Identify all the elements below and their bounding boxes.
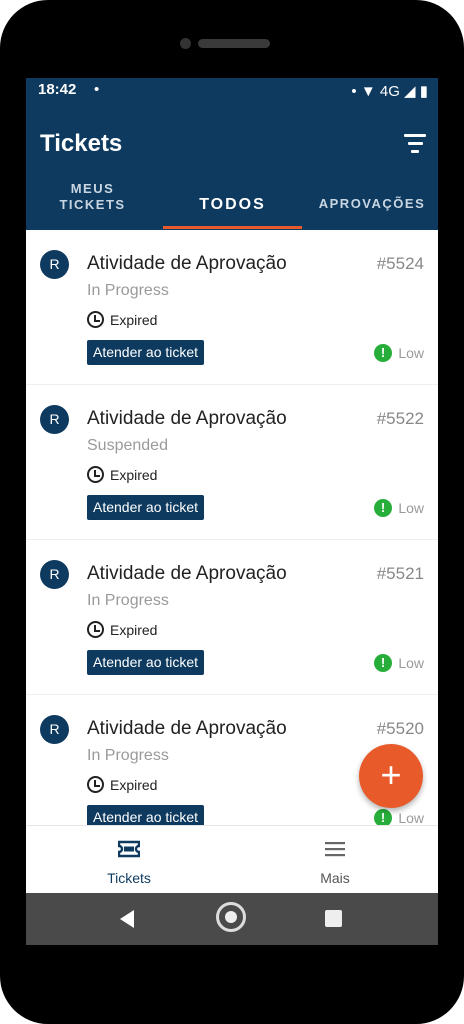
ticket-icon xyxy=(118,840,140,858)
camera-icon xyxy=(180,38,191,49)
tab-aprovacoes[interactable]: APROVAÇÕES xyxy=(316,196,428,211)
page-title: Tickets xyxy=(40,130,123,157)
nav-label-tickets: Tickets xyxy=(107,870,151,886)
clock-icon xyxy=(87,621,104,638)
expiry-text: Expired xyxy=(110,312,158,328)
expiry-text: Expired xyxy=(110,777,158,793)
screen: 18:42 • • ▼ 4G ◢ ▮ Tickets MEUS TICKETS … xyxy=(26,78,438,945)
priority-label: Low xyxy=(398,655,424,671)
ticket-card[interactable]: R Atividade de Aprovação #5521 In Progre… xyxy=(26,540,438,695)
status-icons: • ▼ 4G ◢ ▮ xyxy=(351,83,428,100)
status-time: 18:42 xyxy=(38,81,77,98)
priority-icon: ! xyxy=(374,499,392,517)
attend-ticket-button[interactable]: Atender ao ticket xyxy=(87,650,205,675)
priority-icon: ! xyxy=(374,654,392,672)
back-icon[interactable] xyxy=(120,910,134,928)
priority-label: Low xyxy=(398,345,424,361)
nav-item-tickets[interactable]: Tickets xyxy=(26,826,232,894)
avatar: R xyxy=(40,405,69,434)
tab-meus-tickets[interactable]: MEUS TICKETS xyxy=(40,181,145,213)
notification-dot: • xyxy=(94,81,100,98)
nav-label-mais: Mais xyxy=(320,870,350,886)
priority-icon: ! xyxy=(374,344,392,362)
ticket-card[interactable]: R Atividade de Aprovação #5524 In Progre… xyxy=(26,230,438,385)
ticket-title: Atividade de Aprovação xyxy=(87,563,287,584)
system-nav-bar xyxy=(26,893,438,945)
menu-icon xyxy=(325,842,345,857)
home-icon[interactable] xyxy=(216,902,246,932)
speaker-grille xyxy=(198,39,270,48)
ticket-status: In Progress xyxy=(87,282,169,299)
priority-label: Low xyxy=(398,500,424,516)
add-ticket-button[interactable]: + xyxy=(359,744,423,808)
attend-ticket-button[interactable]: Atender ao ticket xyxy=(87,340,205,365)
recent-apps-icon[interactable] xyxy=(325,910,342,927)
ticket-card[interactable]: R Atividade de Aprovação #5522 Suspended… xyxy=(26,385,438,540)
clock-icon xyxy=(87,466,104,483)
filter-icon[interactable] xyxy=(404,134,426,154)
active-tab-indicator xyxy=(163,226,302,229)
bottom-nav: Tickets Mais xyxy=(26,825,438,894)
avatar: R xyxy=(40,250,69,279)
ticket-list[interactable]: R Atividade de Aprovação #5524 In Progre… xyxy=(26,230,438,825)
status-bar: 18:42 • • ▼ 4G ◢ ▮ xyxy=(26,78,438,102)
phone-frame: 18:42 • • ▼ 4G ◢ ▮ Tickets MEUS TICKETS … xyxy=(0,0,464,1024)
ticket-title: Atividade de Aprovação xyxy=(87,718,287,739)
attend-ticket-button[interactable]: Atender ao ticket xyxy=(87,805,205,825)
tab-todos[interactable]: TODOS xyxy=(163,196,302,214)
ticket-number: #5522 xyxy=(376,409,424,428)
ticket-number: #5524 xyxy=(376,254,424,273)
ticket-status: Suspended xyxy=(87,437,168,454)
ticket-status: In Progress xyxy=(87,592,169,609)
avatar: R xyxy=(40,560,69,589)
clock-icon xyxy=(87,776,104,793)
ticket-status: In Progress xyxy=(87,747,169,764)
expiry-text: Expired xyxy=(110,467,158,483)
ticket-title: Atividade de Aprovação xyxy=(87,408,287,429)
priority-label: Low xyxy=(398,810,424,825)
attend-ticket-button[interactable]: Atender ao ticket xyxy=(87,495,205,520)
nav-item-mais[interactable]: Mais xyxy=(232,826,438,894)
clock-icon xyxy=(87,311,104,328)
priority-icon: ! xyxy=(374,809,392,825)
ticket-number: #5521 xyxy=(376,564,424,583)
app-bar: Tickets MEUS TICKETS TODOS APROVAÇÕES xyxy=(26,102,438,230)
ticket-number: #5520 xyxy=(376,719,424,738)
ticket-title: Atividade de Aprovação xyxy=(87,253,287,274)
expiry-text: Expired xyxy=(110,622,158,638)
avatar: R xyxy=(40,715,69,744)
